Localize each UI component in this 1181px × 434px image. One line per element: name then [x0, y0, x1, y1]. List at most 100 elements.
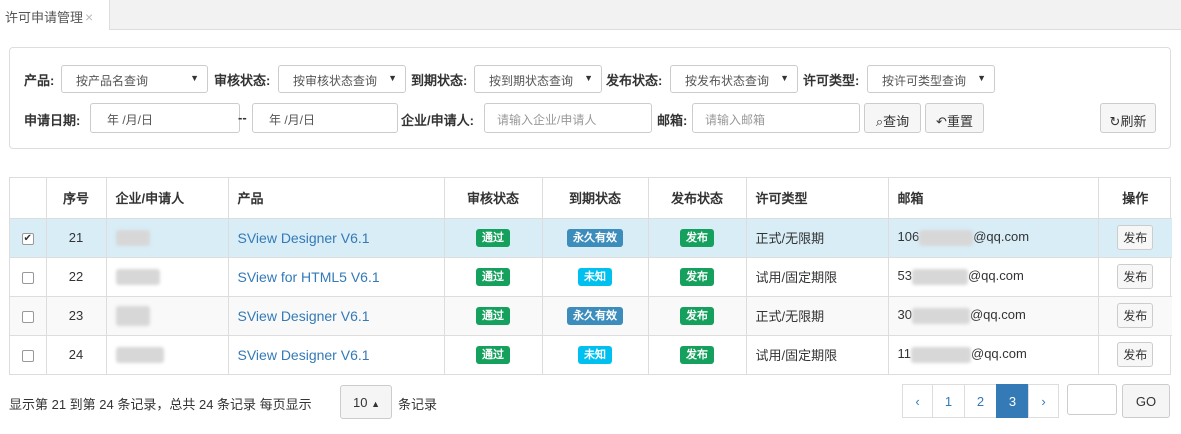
- email-suffix: @qq.com: [971, 346, 1027, 362]
- table-row[interactable]: 22 SView for HTML5 V6.1 通过 未知 发布 试用/固定期限…: [10, 257, 1172, 297]
- review-status-badge: 通过: [476, 345, 510, 364]
- license-type-select-value: 按许可类型查询: [882, 74, 967, 88]
- apply-date-from-input[interactable]: 年 /月/日: [90, 103, 240, 133]
- go-page-input[interactable]: [1067, 384, 1117, 415]
- publish-button[interactable]: 发布: [1117, 303, 1154, 328]
- license-type-select[interactable]: 按许可类型查询 ▼: [867, 65, 995, 93]
- license-type-cell: 正式/无限期: [746, 296, 889, 336]
- publish-status-badge: 发布: [680, 267, 714, 286]
- publish-status-badge: 发布: [680, 345, 714, 364]
- tab-license-management[interactable]: 许可申请管理 ×: [0, 0, 110, 30]
- page-button-3[interactable]: 3: [996, 384, 1029, 418]
- review-status-badge: 通过: [476, 267, 510, 286]
- go-button[interactable]: GO: [1122, 384, 1170, 418]
- header-email: 邮箱: [888, 178, 1099, 219]
- table-row[interactable]: ✔ 21 SView Designer V6.1 通过 永久有效 发布 正式/无…: [10, 218, 1172, 258]
- page-size-dropdown[interactable]: 10 ▲: [340, 385, 392, 419]
- redacted-company: [115, 229, 150, 246]
- email-input[interactable]: 请输入邮箱: [692, 103, 860, 133]
- row-seq: 22: [46, 257, 107, 297]
- page-button-2[interactable]: 2: [964, 384, 997, 418]
- row-seq: 23: [46, 296, 107, 336]
- review-status-badge: 通过: [476, 228, 510, 247]
- query-button[interactable]: ⌕查询: [864, 103, 921, 133]
- product-link[interactable]: SView Designer V6.1: [238, 308, 370, 324]
- row-checkbox[interactable]: [21, 310, 34, 323]
- caret-down-icon: ▼: [780, 73, 789, 83]
- expire-status-badge: 永久有效: [567, 306, 623, 325]
- product-link[interactable]: SView for HTML5 V6.1: [238, 269, 380, 285]
- page-size-suffix: 条记录: [398, 397, 438, 412]
- page-size-value: 10: [353, 395, 368, 410]
- reset-icon: ↶: [936, 114, 947, 129]
- pagination-summary: 显示第 21 到第 24 条记录，总共 24 条记录 每页显示: [9, 397, 312, 412]
- redacted-email: [911, 347, 971, 364]
- email-prefix: 30: [897, 307, 912, 323]
- caret-down-icon: ▼: [584, 73, 593, 83]
- license-type-cell: 正式/无限期: [746, 218, 889, 258]
- publish-status-select[interactable]: 按发布状态查询 ▼: [670, 65, 798, 93]
- expire-status-label: 到期状态:: [411, 73, 468, 88]
- product-link[interactable]: SView Designer V6.1: [238, 347, 370, 363]
- expire-status-select-value: 按到期状态查询: [489, 74, 574, 88]
- license-table: 序号 企业/申请人 产品 审核状态 到期状态 发布状态 许可类型 邮箱 操作 ✔…: [9, 177, 1172, 375]
- email-suffix: @qq.com: [973, 229, 1030, 245]
- caret-down-icon: ▼: [190, 73, 199, 83]
- reset-button-label: 重置: [946, 114, 973, 129]
- next-page-button[interactable]: ›: [1028, 384, 1059, 418]
- expire-status-select[interactable]: 按到期状态查询 ▼: [474, 65, 602, 93]
- review-status-select-value: 按审核状态查询: [293, 74, 378, 88]
- query-button-label: 查询: [883, 114, 910, 129]
- publish-button[interactable]: 发布: [1117, 225, 1154, 250]
- caret-down-icon: ▼: [977, 73, 986, 83]
- publish-button[interactable]: 发布: [1117, 342, 1154, 368]
- row-seq: 21: [46, 218, 107, 258]
- header-seq: 序号: [46, 178, 107, 219]
- tab-title: 许可申请管理: [5, 10, 84, 25]
- filter-panel: 产品: 按产品名查询 ▼ 审核状态: 按审核状态查询 ▼ 到期状态: 按到期状态查询…: [9, 47, 1171, 149]
- publish-status-select-value: 按发布状态查询: [685, 74, 770, 88]
- row-checkbox[interactable]: ✔: [21, 232, 34, 245]
- prev-page-button[interactable]: ‹: [902, 384, 933, 418]
- table-row[interactable]: 24 SView Designer V6.1 通过 未知 发布 试用/固定期限 …: [10, 335, 1172, 374]
- publish-status-badge: 发布: [680, 306, 714, 325]
- header-publish-status: 发布状态: [648, 178, 747, 219]
- header-license-type: 许可类型: [746, 178, 889, 219]
- close-icon[interactable]: ×: [85, 9, 93, 25]
- redacted-company: [115, 305, 150, 326]
- product-select-value: 按产品名查询: [76, 74, 149, 88]
- review-status-select[interactable]: 按审核状态查询 ▼: [278, 65, 406, 93]
- page-button-1[interactable]: 1: [932, 384, 965, 418]
- refresh-button[interactable]: ↻刷新: [1100, 103, 1156, 133]
- license-type-cell: 试用/固定期限: [746, 335, 889, 374]
- table-header-row: 序号 企业/申请人 产品 审核状态 到期状态 发布状态 许可类型 邮箱 操作: [10, 178, 1172, 219]
- table-row[interactable]: 23 SView Designer V6.1 通过 永久有效 发布 正式/无限期…: [10, 296, 1172, 336]
- row-checkbox[interactable]: [21, 349, 34, 362]
- review-status-label: 审核状态:: [214, 73, 271, 88]
- row-seq: 24: [46, 335, 107, 374]
- company-input[interactable]: 请输入企业/申请人: [484, 103, 652, 133]
- redacted-company: [115, 268, 160, 285]
- header-company: 企业/申请人: [106, 178, 229, 219]
- pagination: ‹ 1 2 3 ›: [902, 384, 1059, 418]
- apply-date-to-input[interactable]: 年 /月/日: [252, 103, 398, 133]
- apply-date-label: 申请日期:: [24, 113, 81, 128]
- publish-button[interactable]: 发布: [1117, 264, 1154, 289]
- redacted-email: [919, 229, 974, 246]
- email-prefix: 106: [897, 229, 920, 245]
- product-link[interactable]: SView Designer V6.1: [238, 230, 370, 246]
- caret-up-icon: ▲: [371, 399, 381, 409]
- refresh-icon: ↻: [1109, 114, 1121, 129]
- expire-status-badge: 永久有效: [567, 228, 623, 247]
- expire-status-badge: 未知: [578, 345, 612, 364]
- redacted-company: [115, 347, 164, 364]
- reset-button[interactable]: ↶重置: [925, 103, 984, 133]
- row-checkbox[interactable]: [21, 271, 34, 284]
- product-select[interactable]: 按产品名查询 ▼: [61, 65, 208, 93]
- email-prefix: 11: [897, 346, 912, 362]
- date-separator: --: [238, 110, 247, 125]
- license-type-cell: 试用/固定期限: [746, 257, 889, 297]
- email-prefix: 53: [897, 268, 912, 284]
- review-status-badge: 通过: [476, 306, 510, 325]
- tab-bar: 许可申请管理 ×: [0, 0, 1181, 30]
